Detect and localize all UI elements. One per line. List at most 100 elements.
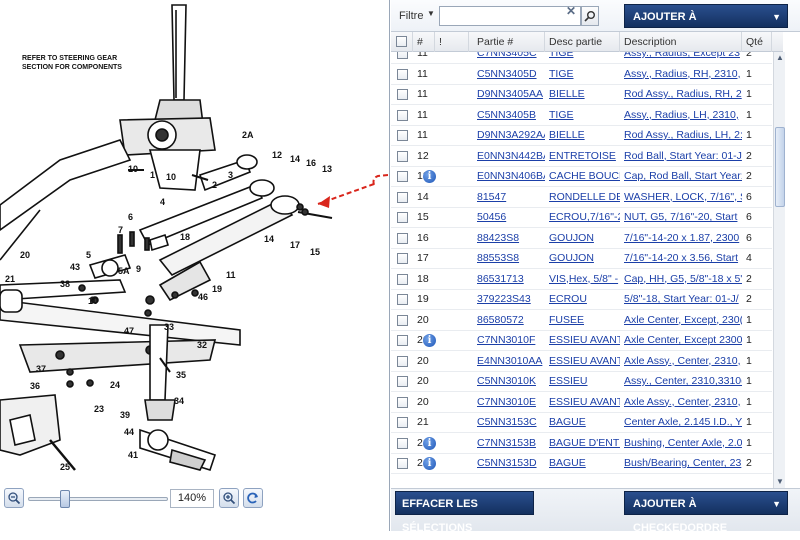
cell-part-number[interactable]: C5NN3010K <box>477 375 536 387</box>
row-checkbox[interactable] <box>397 335 408 346</box>
cell-part-number[interactable]: D9NN3A292AA <box>477 129 545 141</box>
cell-description[interactable]: Bushing, Center Axle, 2.0 <box>624 437 742 449</box>
select-all-checkbox[interactable] <box>396 36 407 47</box>
cell-description[interactable]: 5/8"-18, Start Year: 01-J/ <box>624 293 739 305</box>
cell-part-number[interactable]: C5NN3153C <box>477 416 537 428</box>
cell-desc-part[interactable]: ECROU,7/16"-2 <box>549 211 620 223</box>
cell-desc-part[interactable]: GOUJON <box>549 232 594 244</box>
cell-part-number[interactable]: C7NN3153B <box>477 437 536 449</box>
table-row[interactable]: 14 81547 RONDELLE DE I WASHER, LOCK, 7/16",… <box>391 188 772 208</box>
cell-desc-part[interactable]: TIGE <box>549 109 574 121</box>
table-row[interactable]: 11 D9NN3405AA BIELLE Rod Assy., Radius, RH,… <box>391 85 772 105</box>
cell-description[interactable]: Cap, Rod Ball, Start Year: <box>624 170 742 182</box>
row-checkbox[interactable] <box>397 314 408 326</box>
cell-desc-part[interactable]: GOUJON <box>549 252 594 264</box>
cell-description[interactable]: Assy., Radius, RH, 2310, <box>624 68 741 80</box>
cell-description[interactable]: 7/16"-14-20 x 3.56, Start <box>624 252 738 264</box>
row-checkbox[interactable] <box>397 130 408 141</box>
table-row[interactable]: 13E0NN3N406BACACHE BOUCHCap, Rod Ball, S… <box>391 167 772 187</box>
cell-desc-part[interactable]: FUSEE <box>549 314 584 326</box>
row-checkbox[interactable] <box>397 417 408 428</box>
cell-description[interactable]: Bush/Bearing, Center, 23 <box>624 457 741 469</box>
row-checkbox[interactable] <box>397 171 408 182</box>
parts-diagram[interactable]: REFER TO STEERING GEAR SECTION FOR COMPO… <box>0 0 388 482</box>
zoom-slider-handle[interactable] <box>60 490 70 508</box>
cell-part-number[interactable]: C7NN3010F <box>477 334 535 346</box>
cell-part-number[interactable]: E0NN3N442BA <box>477 150 545 162</box>
cell-description[interactable]: Axle Center, Except, 230( <box>624 314 742 326</box>
info-icon[interactable]: i <box>423 457 436 470</box>
cell-desc-part[interactable]: CACHE BOUCH <box>549 170 620 182</box>
row-checkbox[interactable] <box>397 150 408 162</box>
cell-desc-part[interactable]: ENTRETOISE <box>549 150 616 162</box>
table-row[interactable]: 19 379223S43 ECROU 5/8"-18, Start Year: 01-… <box>391 290 772 310</box>
row-checkbox[interactable] <box>397 89 408 100</box>
col-header-qty[interactable]: Qté <box>742 32 772 52</box>
cell-part-number[interactable]: C7NN3405C <box>477 52 537 59</box>
cell-description[interactable]: Rod Assy., Radius, RH, 2 <box>624 88 742 100</box>
col-header-num[interactable]: # <box>413 32 435 52</box>
cell-description[interactable]: Center Axle, 2.145 I.D., Y <box>624 416 742 428</box>
cell-description[interactable]: Cap, HH, G5, 5/8"-18 x 5" <box>624 273 742 285</box>
table-row[interactable]: 12 E0NN3N442BA ENTRETOISE Rod Ball, Start Y… <box>391 147 772 167</box>
row-checkbox[interactable] <box>397 273 408 285</box>
col-header-info[interactable]: ! <box>435 32 469 52</box>
filter-label[interactable]: Filtre <box>399 10 423 22</box>
cell-description[interactable]: Assy., Radius, LH, 2310, <box>624 109 739 121</box>
cell-description[interactable]: WASHER, LOCK, 7/16", S <box>624 191 742 203</box>
table-row[interactable]: 16 88423S8 GOUJON 7/16"-14-20 x 1.87, 2300 6 <box>391 229 772 249</box>
cell-description[interactable]: NUT, G5, 7/16"-20, Start <box>624 211 737 223</box>
table-row[interactable]: 21C5NN3153DBAGUEBush/Bearing, Center, 23… <box>391 454 772 474</box>
row-checkbox[interactable] <box>397 52 408 59</box>
cell-part-number[interactable]: 88423S8 <box>477 232 519 244</box>
table-row[interactable]: 20 C7NN3010E ESSIEU AVANT Axle Assy., Cente… <box>391 393 772 413</box>
cell-desc-part[interactable]: ESSIEU AVANT <box>549 334 620 346</box>
clear-selections-button[interactable]: EFFACER LES SÉLECTIONS <box>395 491 534 534</box>
cell-desc-part[interactable]: TIGE <box>549 68 574 80</box>
table-row[interactable]: 11 C5NN3405D TIGE Assy., Radius, RH, 2310, 1 <box>391 65 772 85</box>
info-icon[interactable]: i <box>423 334 436 347</box>
table-row[interactable]: 20 C5NN3010K ESSIEU Assy., Center, 2310,331… <box>391 372 772 392</box>
add-to-checkedorder-button[interactable]: AJOUTER À CHECKEDORDRE ▼ <box>624 4 788 47</box>
cell-part-number[interactable]: C5NN3405D <box>477 68 537 80</box>
cell-desc-part[interactable]: RONDELLE DE I <box>549 191 620 203</box>
cell-part-number[interactable]: C5NN3153D <box>477 457 537 469</box>
filter-input[interactable] <box>439 6 581 26</box>
zoom-slider-track[interactable] <box>28 497 168 501</box>
table-row[interactable]: 11 D9NN3A292AA BIELLE Rod Assy., Radius, LH… <box>391 126 772 146</box>
clear-filter-icon[interactable]: ✕ <box>566 4 576 18</box>
table-row[interactable]: 21C7NN3153BBAGUE D'ENTRBushing, Center A… <box>391 434 772 454</box>
table-row[interactable]: 11 C5NN3405B TIGE Assy., Radius, LH, 2310, 1 <box>391 106 772 126</box>
cell-description[interactable]: 7/16"-14-20 x 1.87, 2300 <box>624 232 739 244</box>
cell-part-number[interactable]: E0NN3N406BA <box>477 170 545 182</box>
cell-part-number[interactable]: E4NN3010AA <box>477 355 542 367</box>
table-row[interactable]: 11 C7NN3405C TIGE Assy., Radius, Except 23 2 <box>391 52 772 64</box>
cell-desc-part[interactable]: ESSIEU <box>549 375 588 387</box>
row-checkbox[interactable] <box>397 191 408 203</box>
row-checkbox[interactable] <box>397 396 408 408</box>
zoom-in-button[interactable] <box>219 488 239 508</box>
table-row[interactable]: 15 50456 ECROU,7/16"-2 NUT, G5, 7/16"-20, S… <box>391 208 772 228</box>
col-header-desc-part[interactable]: Desc partie <box>545 32 620 52</box>
table-row[interactable]: 20 86580572 FUSEE Axle Center, Except, 230(… <box>391 311 772 331</box>
row-checkbox[interactable] <box>397 376 408 387</box>
table-row[interactable]: 20C7NN3010FESSIEU AVANTAxle Center, Exce… <box>391 331 772 351</box>
row-checkbox[interactable] <box>397 109 408 121</box>
cell-desc-part[interactable]: ECROU <box>549 293 587 305</box>
cell-desc-part[interactable]: BAGUE <box>549 416 586 428</box>
cell-desc-part[interactable]: BIELLE <box>549 88 585 100</box>
cell-part-number[interactable]: 86580572 <box>477 314 524 326</box>
filter-dropdown-icon[interactable]: ▼ <box>427 9 435 18</box>
cell-description[interactable]: Rod Assy., Radius, LH, 2: <box>624 129 742 141</box>
cell-desc-part[interactable]: BIELLE <box>549 129 585 141</box>
row-checkbox[interactable] <box>397 253 408 264</box>
col-header-part[interactable]: Partie # <box>469 32 545 52</box>
cell-desc-part[interactable]: VIS,Hex, 5/8" - <box>549 273 618 285</box>
cell-part-number[interactable]: D9NN3405AA <box>477 88 543 100</box>
cell-desc-part[interactable]: TIGE <box>549 52 574 59</box>
cell-description[interactable]: Axle Assy., Center, 2310, <box>624 355 741 367</box>
table-row[interactable]: 21 C5NN3153C BAGUE Center Axle, 2.145 I.D.,… <box>391 413 772 433</box>
row-checkbox[interactable] <box>397 294 408 305</box>
cell-part-number[interactable]: 50456 <box>477 211 506 223</box>
info-icon[interactable]: i <box>423 436 436 450</box>
